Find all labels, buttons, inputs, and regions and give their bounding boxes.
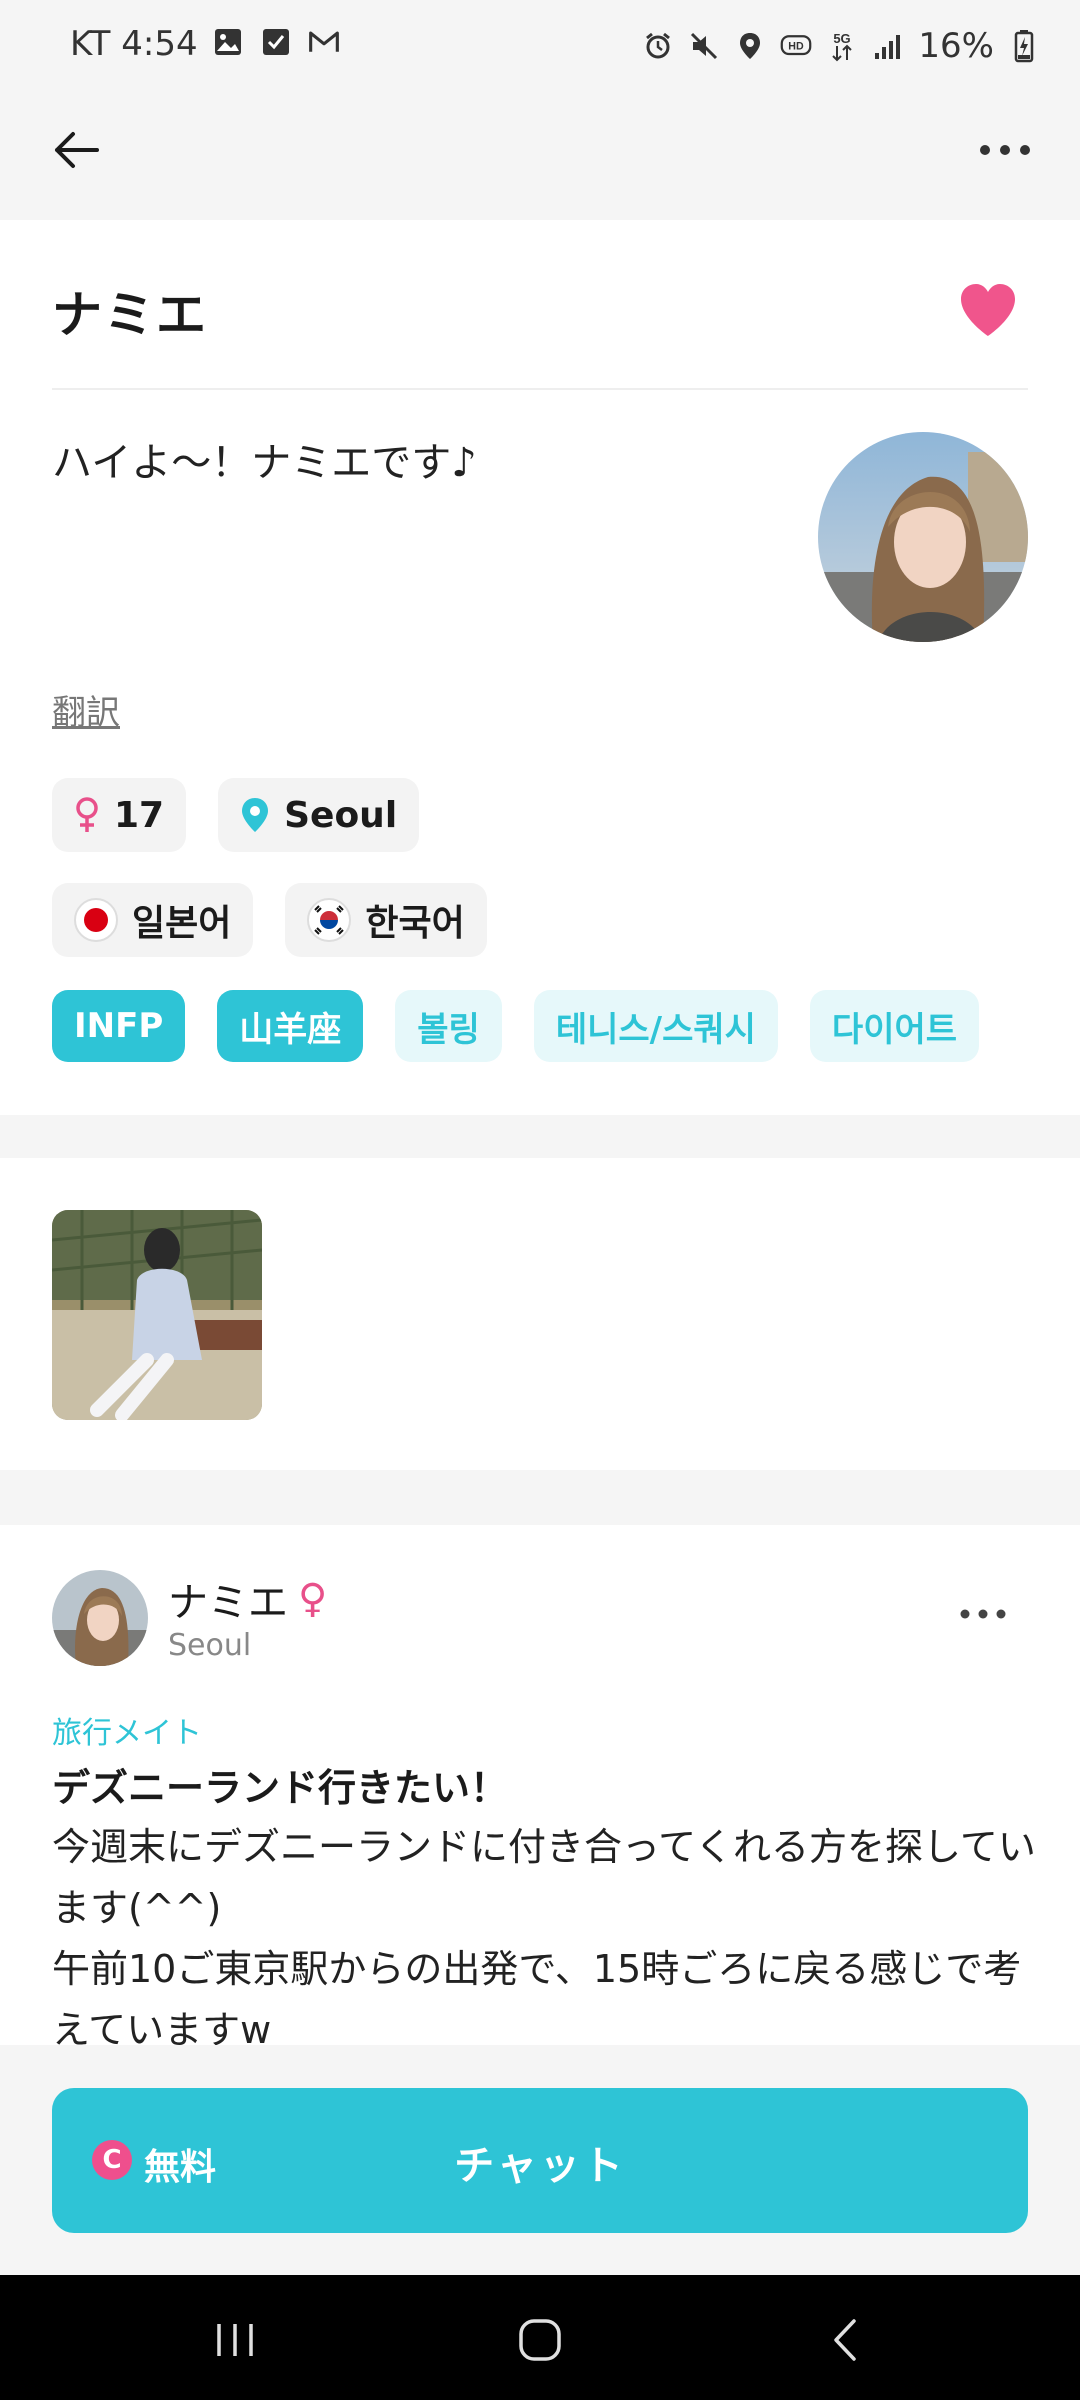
top-navigation — [0, 90, 1080, 220]
japan-flag-icon — [74, 898, 118, 942]
tags-row: INFP 山羊座 볼링 테니스/스쿼시 다이어트 — [52, 990, 980, 1062]
profile-avatar[interactable] — [818, 432, 1028, 642]
post-author[interactable]: ナミエ ♀ — [168, 1570, 327, 1628]
post-category: 旅行メイト — [52, 1716, 202, 1751]
tag-mbti[interactable]: INFP — [52, 990, 186, 1062]
back-arrow-icon — [55, 132, 99, 168]
korea-flag-icon — [307, 898, 352, 942]
post-more-button[interactable] — [960, 1605, 1020, 1635]
location-icon — [734, 30, 766, 62]
post-author-location: Seoul — [168, 1628, 252, 1663]
profile-card: ナミエ ハイよ～！ナミエです♪ 翻訳 17 Seoul 일본어 한국어 INFP… — [0, 220, 1080, 1115]
tag-interest[interactable]: 테니스/스쿼시 — [533, 990, 778, 1062]
gmail-icon — [308, 26, 340, 58]
home-icon — [519, 2319, 561, 2361]
female-icon — [76, 797, 98, 832]
chevron-left-icon — [834, 2319, 856, 2361]
translate-link[interactable]: 翻訳 — [52, 685, 120, 734]
notification-icons — [212, 26, 340, 58]
post-author-name: ナミエ — [168, 1580, 288, 1626]
5g-icon: 5G — [826, 30, 858, 62]
post-card[interactable]: ナミエ ♀ Seoul 旅行メイト デズニーランド行きたい！ 今週末にデズニーラ… — [0, 1525, 1080, 2045]
recent-apps-button[interactable] — [200, 2305, 270, 2375]
favorite-button[interactable] — [958, 282, 1018, 338]
chat-label: チャット — [454, 2143, 626, 2189]
tag-interest[interactable]: 볼링 — [395, 990, 502, 1062]
system-icons: HD 5G 16% — [642, 26, 1040, 66]
post-author-avatar[interactable] — [52, 1570, 148, 1666]
recent-apps-icon — [217, 2324, 253, 2356]
checkbox-icon — [260, 26, 292, 58]
chat-bar: C 無料 チャット — [0, 2045, 1080, 2275]
tag-interest[interactable]: 다이어트 — [809, 990, 980, 1062]
battery-percentage: 16% — [918, 26, 994, 66]
tag-zodiac[interactable]: 山羊座 — [217, 990, 364, 1062]
svg-text:HD: HD — [789, 41, 805, 53]
languages-row: 일본어 한국어 — [52, 883, 487, 957]
post-title: デズニーランド行きたい！ — [52, 1766, 509, 1810]
language-chip-korean: 한국어 — [285, 883, 487, 957]
language-label: 한국어 — [365, 903, 465, 944]
language-chip-japanese: 일본어 — [52, 883, 254, 957]
post-author-gender: ♀ — [298, 1576, 328, 1622]
heart-icon — [961, 284, 1015, 336]
location-value: Seoul — [284, 794, 398, 836]
system-back-button[interactable] — [810, 2305, 880, 2375]
age-chip: 17 — [52, 778, 187, 852]
age-value: 17 — [114, 794, 165, 836]
divider — [52, 388, 1028, 390]
more-options-button[interactable] — [970, 120, 1040, 180]
signal-icon — [872, 30, 904, 62]
language-label: 일본어 — [132, 903, 232, 944]
more-dots-icon — [980, 145, 1030, 155]
post-body: 今週末にデズニーランドに付き合ってくれる方を探しています(^^) 午前10ご東京… — [52, 1825, 1036, 2045]
svg-text:5G: 5G — [834, 31, 851, 46]
photo-thumbnail[interactable] — [52, 1210, 262, 1420]
more-dots-icon — [960, 1609, 1006, 1619]
battery-charging-icon — [1008, 30, 1040, 63]
status-bar: KT 4:54 HD 5G 16% — [0, 0, 1080, 90]
basic-info-row: 17 Seoul — [52, 778, 420, 852]
map-pin-icon — [242, 798, 269, 832]
hd-icon: HD — [780, 30, 812, 62]
alarm-icon — [642, 30, 674, 62]
mute-icon — [688, 30, 720, 62]
location-chip: Seoul — [218, 778, 420, 852]
chat-button[interactable]: C 無料 チャット — [52, 2088, 1028, 2233]
back-button[interactable] — [46, 120, 106, 180]
status-time: KT 4:54 — [70, 24, 198, 64]
gallery-icon — [212, 26, 244, 58]
system-navigation-bar — [0, 2275, 1080, 2400]
home-button[interactable] — [505, 2305, 575, 2375]
profile-bio: ハイよ～！ナミエです♪ — [52, 440, 477, 486]
profile-name: ナミエ — [52, 286, 208, 344]
photo-gallery — [0, 1158, 1080, 1470]
